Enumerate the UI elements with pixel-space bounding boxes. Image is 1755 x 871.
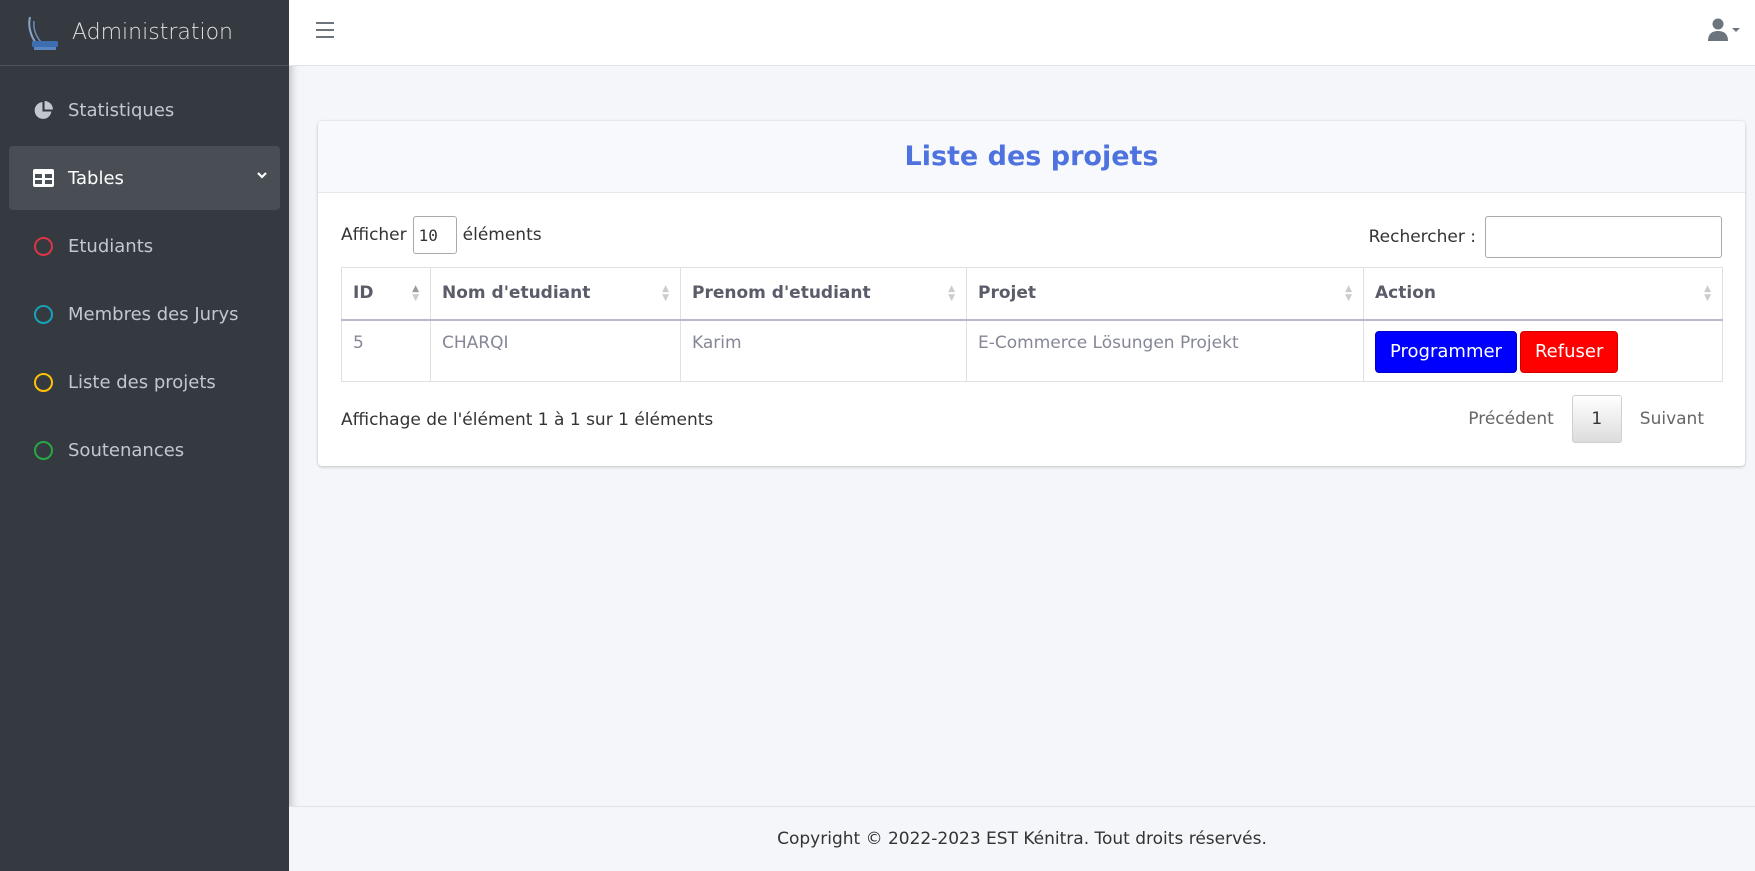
pagination: Précédent 1 Suivant	[1450, 395, 1722, 443]
page-length-value: 10	[418, 225, 438, 245]
projects-table: ID ▲ ▼ Nom d'etudiant ▲ ▼ Prenom d'etudian…	[341, 267, 1723, 382]
sidebar-item-label: Soutenances	[68, 439, 185, 461]
sidebar-item-soutenances[interactable]: Soutenances	[9, 418, 280, 482]
refuser-button[interactable]: Refuser	[1519, 330, 1619, 373]
card-header: Liste des projets	[318, 121, 1745, 193]
page-length-control: Afficher 10 éléments	[341, 216, 542, 254]
top-navbar	[289, 0, 1755, 66]
previous-page-button[interactable]: Précédent	[1450, 409, 1572, 429]
page-title: Liste des projets	[904, 141, 1159, 172]
column-header-projet[interactable]: Projet ▲ ▼	[966, 267, 1364, 321]
circle-icon	[32, 303, 54, 325]
table-row: 5 CHARQI Karim E-Commerce Lösungen Proje…	[341, 319, 1723, 382]
projects-card: Liste des projets Afficher 10 éléments R…	[318, 121, 1745, 466]
brand-title: Administration	[72, 20, 233, 45]
column-header-action[interactable]: Action ▲ ▼	[1363, 267, 1723, 321]
sidebar-nav: Statistiques Tables Etudiants Membres de…	[0, 66, 289, 482]
sort-icon: ▲ ▼	[1704, 284, 1711, 303]
sidebar-item-tables[interactable]: Tables	[9, 146, 280, 210]
sort-icon: ▲ ▼	[662, 284, 669, 303]
sort-icon: ▲ ▼	[1345, 284, 1352, 303]
sidebar-item-statistiques[interactable]: Statistiques	[9, 78, 280, 142]
programmer-button[interactable]: Programmer	[1375, 330, 1517, 373]
cell-prenom: Karim	[680, 319, 967, 382]
length-prefix: Afficher	[341, 225, 407, 245]
circle-icon	[32, 235, 54, 257]
footer: Copyright © 2022-2023 EST Kénitra. Tout …	[289, 806, 1755, 871]
table-info: Affichage de l'élément 1 à 1 sur 1 éléme…	[341, 410, 714, 430]
sort-asc-icon: ▲ ▼	[412, 284, 419, 303]
chart-pie-icon	[32, 99, 54, 121]
search-control: Rechercher :	[1369, 216, 1722, 258]
user-menu-button[interactable]	[1708, 18, 1741, 42]
cell-nom: CHARQI	[430, 319, 681, 382]
length-suffix: éléments	[462, 225, 542, 245]
brand[interactable]: Administration	[0, 0, 289, 66]
caret-down-icon	[1732, 28, 1740, 32]
sidebar-item-membres-des-jurys[interactable]: Membres des Jurys	[9, 282, 280, 346]
sidebar-item-label: Statistiques	[68, 99, 175, 121]
hamburger-menu-icon[interactable]	[316, 22, 334, 38]
page-length-select[interactable]: 10	[412, 216, 457, 254]
sort-icon: ▲ ▼	[948, 284, 955, 303]
sidebar-item-etudiants[interactable]: Etudiants	[9, 214, 280, 278]
column-header-id[interactable]: ID ▲ ▼	[341, 267, 431, 321]
column-header-nom[interactable]: Nom d'etudiant ▲ ▼	[430, 267, 681, 321]
cell-projet: E-Commerce Lösungen Projekt	[966, 319, 1364, 382]
sidebar: Administration Statistiques Tables Etudi…	[0, 0, 289, 871]
page-button-1[interactable]: 1	[1571, 395, 1622, 443]
chevron-down-icon[interactable]	[256, 164, 268, 185]
logo-icon	[28, 16, 58, 50]
copyright-text: Copyright © 2022-2023 EST Kénitra. Tout …	[777, 829, 1267, 849]
user-icon	[1708, 18, 1728, 41]
search-label: Rechercher :	[1368, 227, 1476, 247]
circle-icon	[32, 371, 54, 393]
sidebar-item-label: Membres des Jurys	[68, 303, 239, 325]
sidebar-item-label: Liste des projets	[68, 371, 216, 393]
table-icon	[32, 167, 54, 189]
sidebar-item-label: Etudiants	[68, 235, 154, 257]
sidebar-item-label: Tables	[68, 167, 124, 189]
sidebar-item-liste-des-projets[interactable]: Liste des projets	[9, 350, 280, 414]
column-header-prenom[interactable]: Prenom d'etudiant ▲ ▼	[680, 267, 967, 321]
next-page-button[interactable]: Suivant	[1622, 409, 1722, 429]
cell-action: Programmer Refuser	[1363, 319, 1723, 382]
cell-id: 5	[341, 319, 431, 382]
table-header-row: ID ▲ ▼ Nom d'etudiant ▲ ▼ Prenom d'etudian…	[341, 267, 1723, 321]
search-input[interactable]	[1485, 216, 1722, 258]
circle-icon	[32, 439, 54, 461]
